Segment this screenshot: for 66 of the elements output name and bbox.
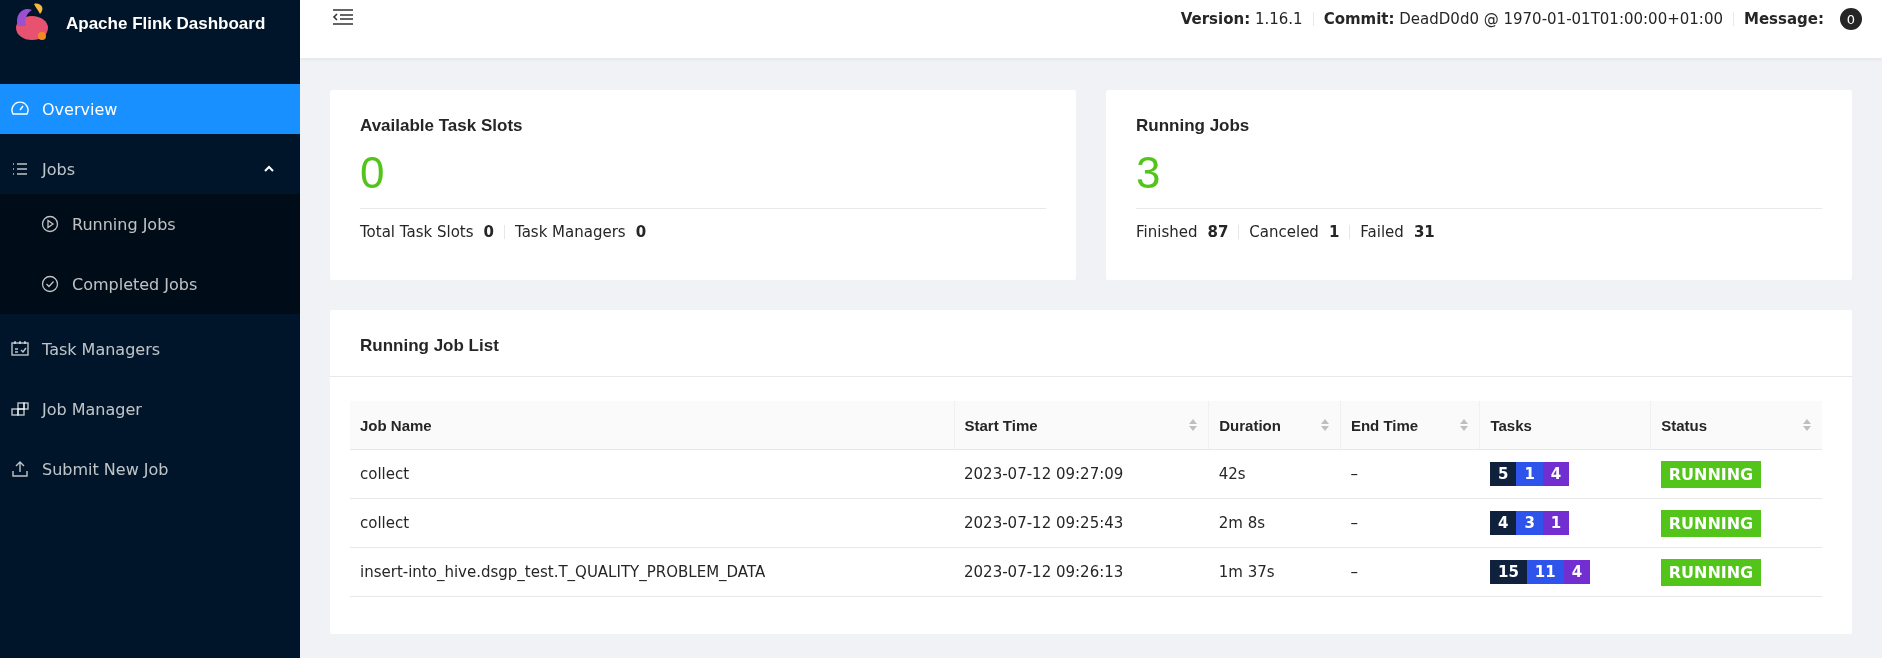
- sidebar-item[interactable]: Completed Jobs: [0, 254, 300, 314]
- stat-value: 3: [1136, 136, 1822, 209]
- stat-label: Failed: [1360, 223, 1404, 241]
- stat-count: 0: [635, 223, 647, 241]
- table-cell: collect: [350, 449, 955, 499]
- sort-icon: [1459, 418, 1470, 432]
- sidebar-item[interactable]: Job Manager: [0, 384, 300, 434]
- sidebar-item[interactable]: Running Jobs: [0, 194, 300, 254]
- table-cell: 2023-07-12 09:27:09: [954, 449, 1209, 499]
- card-title: Available Task Slots: [360, 116, 524, 136]
- column-header[interactable]: Tasks: [1479, 401, 1651, 450]
- table-cell: 2023-07-12 09:25:43: [954, 498, 1209, 548]
- task-count-badge: 1: [1516, 462, 1543, 486]
- sort-icon: [1802, 418, 1812, 432]
- table-cell: –: [1340, 449, 1480, 499]
- table-cell: 2m 8s: [1208, 498, 1341, 548]
- column-header[interactable]: Duration: [1208, 401, 1341, 450]
- status-badge: RUNNING: [1660, 460, 1762, 488]
- upload-icon: [10, 459, 30, 479]
- status-badge: RUNNING: [1660, 509, 1762, 537]
- card-title: Running Jobs: [1136, 116, 1251, 136]
- menu-fold-icon[interactable]: [332, 8, 354, 26]
- sort-icon: [1188, 418, 1199, 432]
- task-count-badge: 4: [1542, 462, 1570, 486]
- column-header[interactable]: End Time: [1340, 401, 1480, 450]
- stat-label: Finished: [1136, 223, 1198, 241]
- task-count-badge: 3: [1516, 511, 1543, 535]
- task-count-badge: 5: [1489, 462, 1517, 486]
- check-icon: [40, 274, 60, 294]
- table-cell: insert-into_hive.dsgp_test.T_QUALITY_PROBLEM_DATA: [350, 547, 955, 597]
- sidebar-item[interactable]: Submit New Job: [0, 444, 300, 494]
- sort-icon: [1319, 418, 1330, 432]
- card-title: Running Job List: [330, 310, 1852, 377]
- sidebar-item[interactable]: Task Managers: [0, 324, 300, 374]
- app-title: Apache Flink Dashboard: [66, 14, 266, 34]
- status-badge: RUNNING: [1660, 558, 1762, 586]
- sidebar-item[interactable]: Jobs: [0, 144, 300, 194]
- column-header[interactable]: Status: [1650, 401, 1822, 450]
- task-count-badge: 15: [1489, 560, 1527, 584]
- stat-count: 1: [1328, 223, 1340, 241]
- table-cell: –: [1340, 498, 1480, 548]
- task-count-badge: 4: [1563, 560, 1591, 584]
- message-count-badge[interactable]: 0: [1840, 8, 1862, 30]
- header-info: Version: 1.16.1: [1180, 10, 1303, 28]
- table-cell: 42s: [1208, 449, 1341, 499]
- stat-label: Task Managers: [514, 223, 626, 241]
- stat-label: Canceled: [1249, 223, 1319, 241]
- table-cell: 2023-07-12 09:26:13: [954, 547, 1209, 597]
- stat-value: 0: [360, 136, 1046, 209]
- column-header[interactable]: Start Time: [954, 401, 1209, 450]
- table-cell: collect: [350, 498, 955, 548]
- task-count-badge: 4: [1489, 511, 1517, 535]
- header-info: Commit: DeadD0d0 @ 1970-01-01T01:00:00+01:00: [1323, 10, 1723, 28]
- table-cell: –: [1340, 547, 1480, 597]
- task-count-badge: 1: [1542, 511, 1570, 535]
- stat-count: 31: [1413, 223, 1435, 241]
- stat-count: 87: [1207, 223, 1229, 241]
- task-count-badge: 11: [1526, 560, 1564, 584]
- play-icon: [40, 214, 60, 234]
- message-label: Message:: [1744, 10, 1824, 28]
- column-header[interactable]: Job Name: [350, 401, 955, 450]
- blocks-icon: [10, 399, 30, 419]
- table-cell: 1m 37s: [1208, 547, 1341, 597]
- calendar-icon: [10, 339, 30, 359]
- stat-count: 0: [483, 223, 494, 241]
- stat-label: Total Task Slots: [360, 223, 474, 241]
